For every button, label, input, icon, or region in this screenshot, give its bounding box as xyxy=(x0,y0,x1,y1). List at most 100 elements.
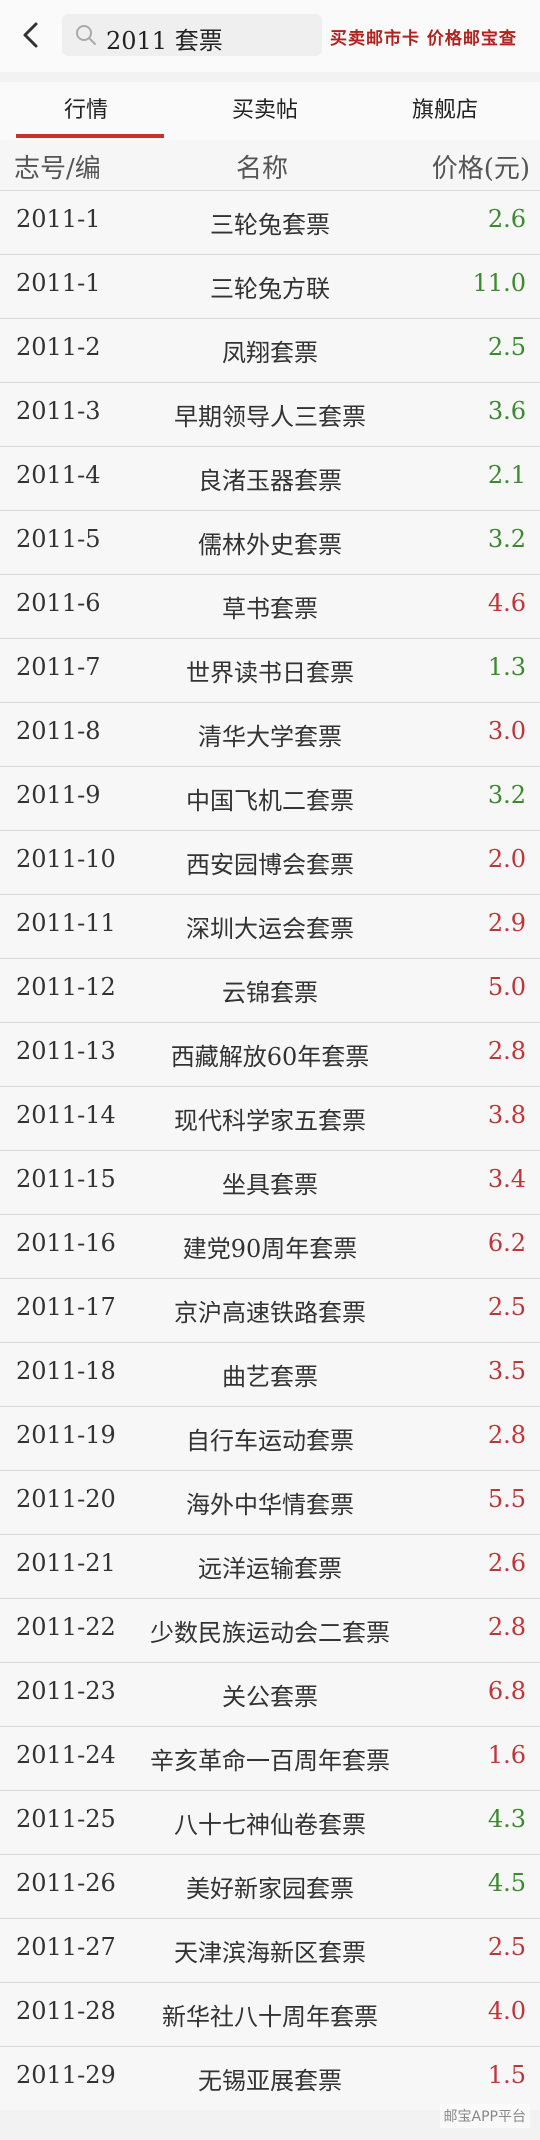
stamp-name: 三轮兔套票 xyxy=(210,211,330,239)
stamp-code: 2011-5 xyxy=(16,525,101,553)
column-header-code[interactable]: 志号/编 xyxy=(14,148,101,185)
table-row[interactable]: 2011-1 三轮兔套票 2.6 xyxy=(0,190,540,254)
stamp-name: 儒林外史套票 xyxy=(198,531,342,559)
table-row[interactable]: 2011-27 天津滨海新区套票 2.5 xyxy=(0,1918,540,1982)
stamp-name: 曲艺套票 xyxy=(222,1363,318,1391)
stamp-price: 2.8 xyxy=(487,1613,526,1641)
stamp-code: 2011-3 xyxy=(16,397,101,425)
stamp-price: 4.3 xyxy=(487,1805,526,1833)
stamp-price: 5.0 xyxy=(487,973,526,1001)
table-row[interactable]: 2011-6 草书套票 4.6 xyxy=(0,574,540,638)
search-query[interactable]: 2011 套票 xyxy=(106,21,223,56)
stamp-price: 3.8 xyxy=(487,1101,526,1129)
price-list: 2011-1 三轮兔套票 2.6 2011-1 三轮兔方联 11.0 2011-2 凤翔套票 2… xyxy=(0,190,540,2110)
table-row[interactable]: 2011-8 清华大学套票 3.0 xyxy=(0,702,540,766)
table-row[interactable]: 2011-1 三轮兔方联 11.0 xyxy=(0,254,540,318)
stamp-name: 中国飞机二套票 xyxy=(186,787,354,815)
stamp-name: 新华社八十周年套票 xyxy=(162,2003,378,2031)
table-row[interactable]: 2011-28 新华社八十周年套票 4.0 xyxy=(0,1982,540,2046)
stamp-code: 2011-4 xyxy=(16,461,101,489)
stamp-name: 海外中华情套票 xyxy=(186,1491,354,1519)
table-row[interactable]: 2011-4 良渚玉器套票 2.1 xyxy=(0,446,540,510)
stamp-price: 11.0 xyxy=(472,269,526,297)
stamp-name: 建党90周年套票 xyxy=(182,1235,358,1263)
table-header: 志号/编 名称 价格(元) xyxy=(0,140,540,190)
table-row[interactable]: 2011-13 西藏解放60年套票 2.8 xyxy=(0,1022,540,1086)
stamp-name: 早期领导人三套票 xyxy=(174,403,366,431)
stamp-code: 2011-1 xyxy=(16,269,101,297)
table-row[interactable]: 2011-23 关公套票 6.8 xyxy=(0,1662,540,1726)
stamp-name: 辛亥革命一百周年套票 xyxy=(150,1747,390,1775)
table-row[interactable]: 2011-3 早期领导人三套票 3.6 xyxy=(0,382,540,446)
table-row[interactable]: 2011-17 京沪高速铁路套票 2.5 xyxy=(0,1278,540,1342)
column-header-name[interactable]: 名称 xyxy=(236,148,288,185)
table-row[interactable]: 2011-20 海外中华情套票 5.5 xyxy=(0,1470,540,1534)
stamp-price: 5.5 xyxy=(487,1485,526,1513)
table-row[interactable]: 2011-19 自行车运动套票 2.8 xyxy=(0,1406,540,1470)
stamp-price: 3.6 xyxy=(487,397,526,425)
back-arrow-icon[interactable] xyxy=(14,18,48,52)
stamp-name: 坐具套票 xyxy=(222,1171,318,1199)
stamp-price: 3.5 xyxy=(487,1357,526,1385)
stamp-name: 世界读书日套票 xyxy=(186,659,354,687)
table-row[interactable]: 2011-7 世界读书日套票 1.3 xyxy=(0,638,540,702)
table-row[interactable]: 2011-9 中国飞机二套票 3.2 xyxy=(0,766,540,830)
stamp-price: 1.6 xyxy=(487,1741,526,1769)
stamp-name: 现代科学家五套票 xyxy=(174,1107,366,1135)
table-row[interactable]: 2011-15 坐具套票 3.4 xyxy=(0,1150,540,1214)
table-row[interactable]: 2011-2 凤翔套票 2.5 xyxy=(0,318,540,382)
stamp-price: 3.2 xyxy=(487,525,526,553)
tab-trade-posts[interactable]: 买卖帖 xyxy=(232,92,298,124)
stamp-name: 云锦套票 xyxy=(222,979,318,1007)
search-icon xyxy=(76,25,96,45)
search-box[interactable]: 2011 套票 xyxy=(62,14,322,56)
stamp-price: 2.1 xyxy=(487,461,526,489)
stamp-name: 自行车运动套票 xyxy=(186,1427,354,1455)
stamp-name: 凤翔套票 xyxy=(222,339,318,367)
stamp-price: 2.9 xyxy=(487,909,526,937)
table-row[interactable]: 2011-16 建党90周年套票 6.2 xyxy=(0,1214,540,1278)
stamp-price: 2.8 xyxy=(487,1037,526,1065)
stamp-price: 2.6 xyxy=(487,1549,526,1577)
stamp-code: 2011-7 xyxy=(16,653,101,681)
table-row[interactable]: 2011-14 现代科学家五套票 3.8 xyxy=(0,1086,540,1150)
stamp-price: 2.5 xyxy=(487,1293,526,1321)
stamp-price: 3.0 xyxy=(487,717,526,745)
stamp-price: 3.2 xyxy=(487,781,526,809)
stamp-price: 4.0 xyxy=(487,1997,526,2025)
table-row[interactable]: 2011-24 辛亥革命一百周年套票 1.6 xyxy=(0,1726,540,1790)
stamp-name: 清华大学套票 xyxy=(198,723,342,751)
stamp-name: 少数民族运动会二套票 xyxy=(150,1619,390,1647)
column-header-price[interactable]: 价格(元) xyxy=(432,148,530,185)
table-row[interactable]: 2011-26 美好新家园套票 4.5 xyxy=(0,1854,540,1918)
stamp-name: 深圳大运会套票 xyxy=(186,915,354,943)
tab-bar: 行情 买卖帖 旗舰店 xyxy=(0,82,540,140)
table-row[interactable]: 2011-21 远洋运输套票 2.6 xyxy=(0,1534,540,1598)
table-row[interactable]: 2011-18 曲艺套票 3.5 xyxy=(0,1342,540,1406)
stamp-name: 美好新家园套票 xyxy=(186,1875,354,1903)
table-row[interactable]: 2011-10 西安园博会套票 2.0 xyxy=(0,830,540,894)
table-row[interactable]: 2011-29 无锡亚展套票 1.5 xyxy=(0,2046,540,2110)
stamp-price: 3.4 xyxy=(487,1165,526,1193)
table-row[interactable]: 2011-11 深圳大运会套票 2.9 xyxy=(0,894,540,958)
stamp-name: 天津滨海新区套票 xyxy=(174,1939,366,1967)
top-bar: 2011 套票 买卖邮市卡 价格邮宝查 xyxy=(0,0,540,72)
tab-market[interactable]: 行情 xyxy=(64,92,108,124)
stamp-price: 6.8 xyxy=(487,1677,526,1705)
stamp-price: 4.6 xyxy=(487,589,526,617)
stamp-code: 2011-9 xyxy=(16,781,101,809)
stamp-name: 八十七神仙卷套票 xyxy=(174,1811,366,1839)
stamp-price: 2.8 xyxy=(487,1421,526,1449)
stamp-name: 良渚玉器套票 xyxy=(198,467,342,495)
stamp-code: 2011-8 xyxy=(16,717,101,745)
table-row[interactable]: 2011-22 少数民族运动会二套票 2.8 xyxy=(0,1598,540,1662)
tab-flagship-store[interactable]: 旗舰店 xyxy=(412,92,478,124)
stamp-name: 关公套票 xyxy=(222,1683,318,1711)
stamp-code: 2011-6 xyxy=(16,589,101,617)
stamp-name: 京沪高速铁路套票 xyxy=(174,1299,366,1327)
table-row[interactable]: 2011-5 儒林外史套票 3.2 xyxy=(0,510,540,574)
stamp-price: 2.0 xyxy=(487,845,526,873)
table-row[interactable]: 2011-12 云锦套票 5.0 xyxy=(0,958,540,1022)
table-row[interactable]: 2011-25 八十七神仙卷套票 4.3 xyxy=(0,1790,540,1854)
watermark: 邮宝APP平台 xyxy=(439,2104,530,2128)
